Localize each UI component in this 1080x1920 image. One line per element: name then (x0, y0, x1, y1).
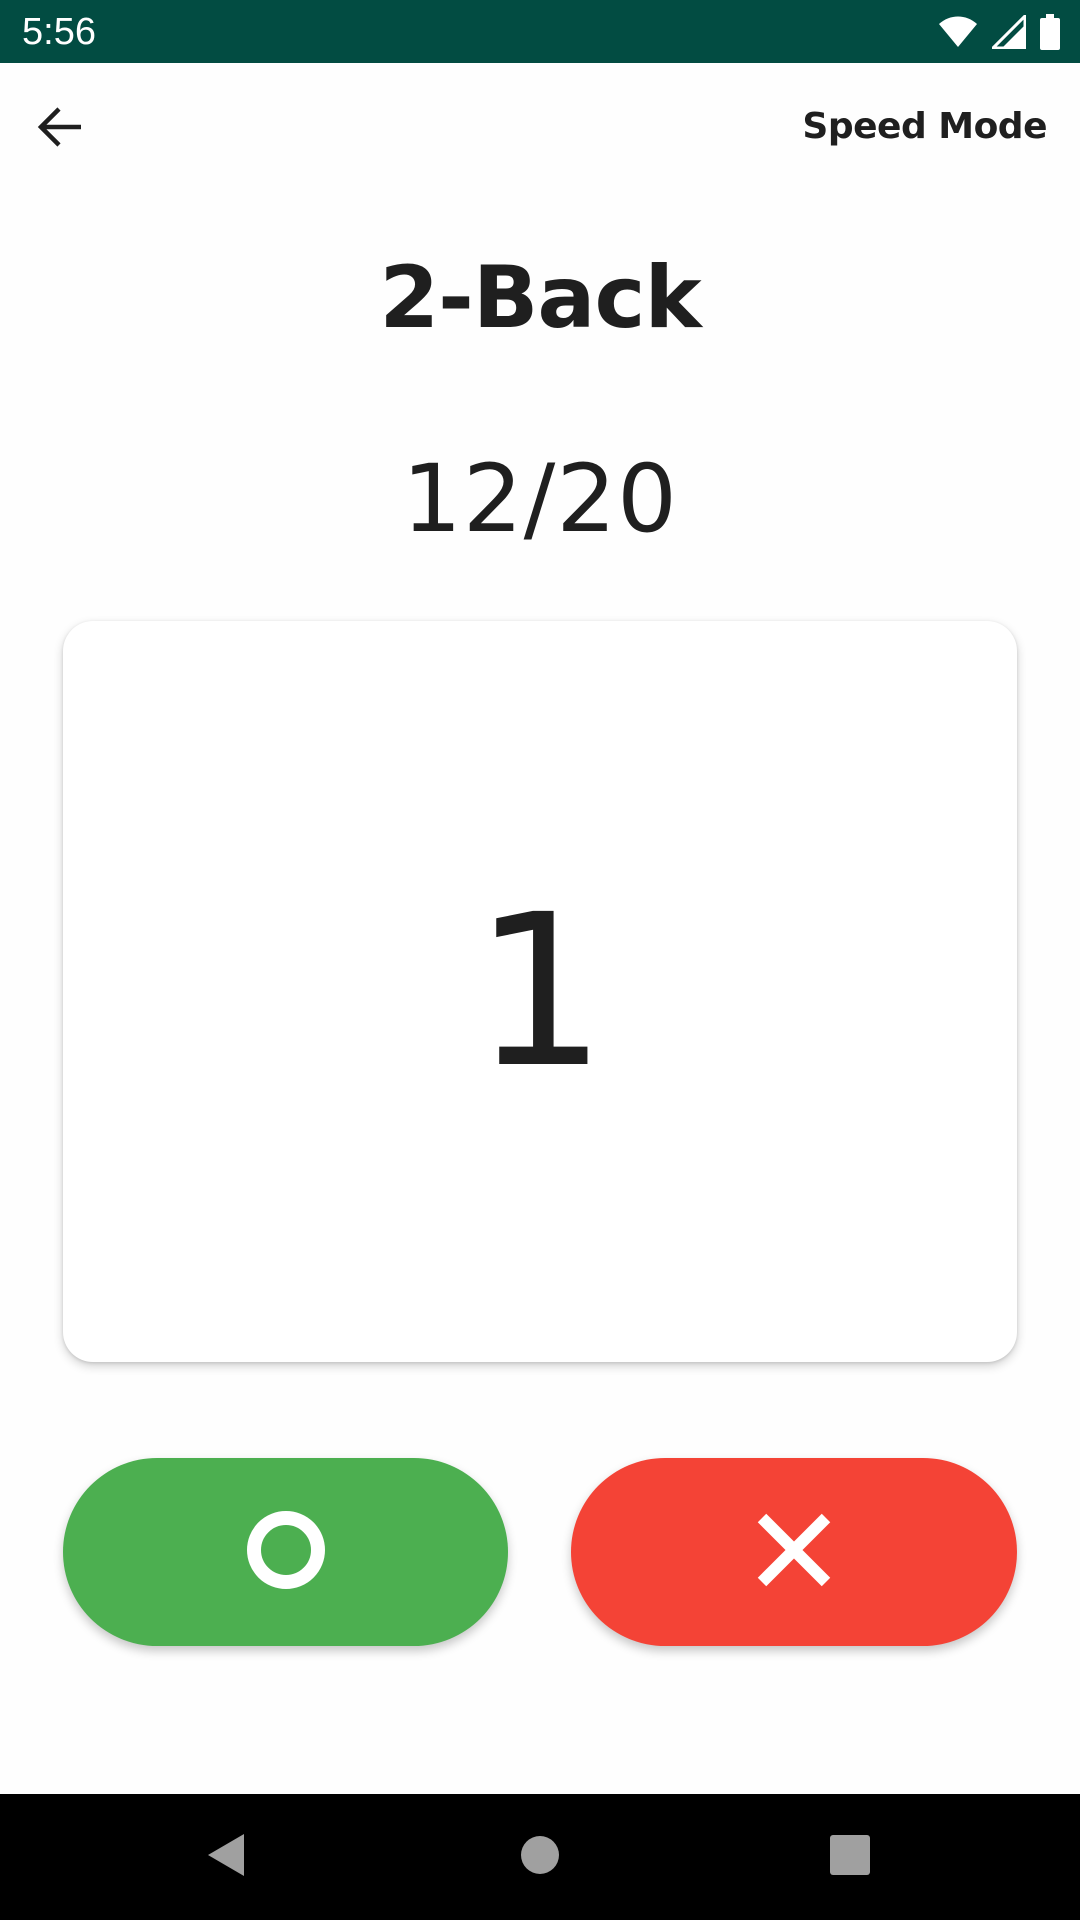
stimulus-number: 1 (473, 868, 607, 1114)
app-bar: Speed Mode (0, 63, 1080, 189)
status-icons (938, 12, 1060, 52)
nav-back-icon (204, 1832, 248, 1882)
status-time: 5:56 (22, 11, 96, 53)
arrow-left-icon (37, 106, 83, 152)
circle-icon (245, 1509, 327, 1595)
nav-recents-icon (830, 1835, 870, 1879)
navigation-bar (0, 1794, 1080, 1920)
cellular-signal-icon (992, 15, 1026, 49)
stimulus-card: 1 (63, 621, 1017, 1362)
nav-home-icon (520, 1835, 560, 1879)
back-button[interactable] (28, 97, 92, 161)
progress-counter: 12/20 (402, 445, 678, 554)
status-bar: 5:56 (0, 0, 1080, 63)
page-title: 2-Back (379, 248, 701, 348)
nav-recents-button[interactable] (810, 1817, 890, 1897)
wifi-icon (938, 15, 978, 49)
nav-home-button[interactable] (500, 1817, 580, 1897)
cross-icon (756, 1512, 832, 1592)
battery-icon (1040, 14, 1060, 50)
nav-back-button[interactable] (186, 1817, 266, 1897)
screen: 5:56 Speed Mode 2-Back 12/20 1 (0, 0, 1080, 1920)
no-match-button[interactable] (571, 1458, 1017, 1646)
match-button[interactable] (63, 1458, 508, 1646)
speed-mode-button[interactable]: Speed Mode (802, 99, 1047, 155)
